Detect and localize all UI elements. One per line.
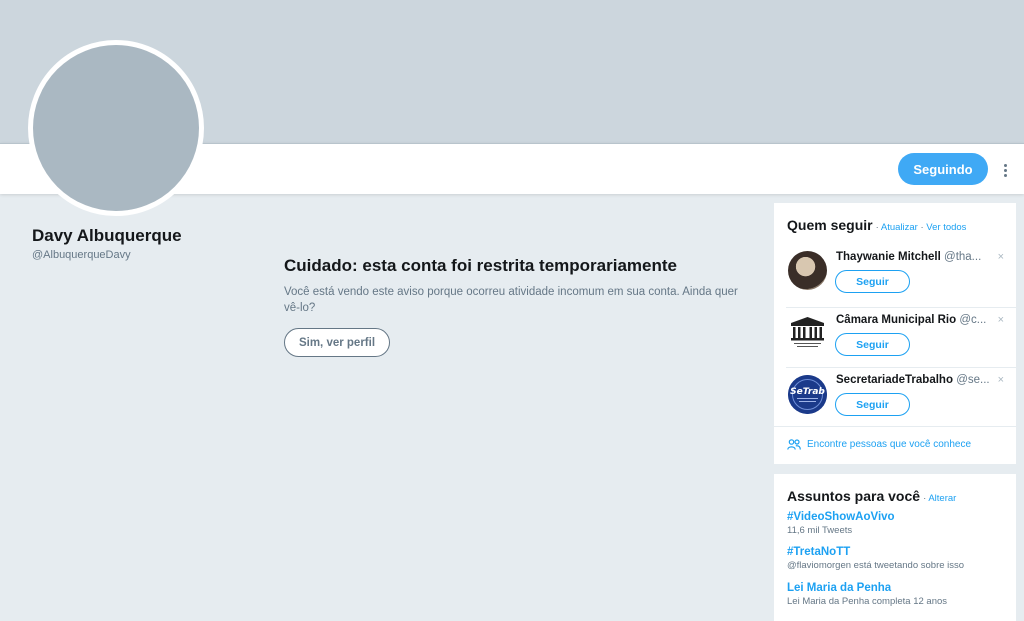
view-all-link[interactable]: Ver todos <box>926 222 966 233</box>
user-name-row[interactable]: SecretariadeTrabalho @se... <box>836 374 991 386</box>
user-name: Thaywanie Mitchell <box>836 251 941 263</box>
profile-avatar[interactable] <box>28 40 204 216</box>
svg-text:SeTrab: SeTrab <box>790 387 825 397</box>
profile-handle: @AlbuquerqueDavy <box>32 249 131 261</box>
trend-name[interactable]: #VideoShowAoVivo <box>787 511 1007 523</box>
dismiss-icon[interactable]: × <box>998 251 1004 263</box>
user-handle: @c... <box>959 314 987 326</box>
view-profile-button[interactable]: Sim, ver perfil <box>284 328 390 357</box>
trend-item[interactable]: #TretaNoTT @flaviomorgen está tweetando … <box>787 546 1007 571</box>
suggested-user: Câmara Municipal Rio @c... × Seguir <box>786 307 1016 367</box>
trend-meta: @flaviomorgen está tweetando sobre isso <box>787 560 965 571</box>
follow-button[interactable]: Seguir <box>835 333 910 356</box>
trend-meta: Lei Maria da Penha completa 12 anos <box>787 596 948 607</box>
dismiss-icon[interactable]: × <box>998 314 1004 326</box>
who-to-follow-title: Quem seguir <box>787 217 873 233</box>
more-options-icon[interactable] <box>998 158 1012 182</box>
trend-name[interactable]: Lei Maria da Penha <box>787 582 1007 594</box>
following-button[interactable]: Seguindo <box>898 153 988 185</box>
suggested-user: SeTrab SecretariadeTrabalho @se... × Seg… <box>786 367 1016 427</box>
trends-header: Assuntos para você · Alterar <box>774 474 1016 504</box>
follow-button[interactable]: Seguir <box>835 393 910 416</box>
find-people-label: Encontre pessoas que você conhece <box>807 439 971 450</box>
trends-card: Assuntos para você · Alterar #VideoShowA… <box>774 474 1016 621</box>
people-icon <box>787 439 801 450</box>
setrab-logo-icon: SeTrab <box>788 375 827 414</box>
setrab-logo-avatar[interactable]: SeTrab <box>788 375 827 414</box>
find-people-link[interactable]: Encontre pessoas que você conhece <box>774 426 1016 450</box>
user-name-row[interactable]: Câmara Municipal Rio @c... <box>836 314 991 326</box>
change-trends-link[interactable]: Alterar <box>928 493 956 504</box>
user-handle: @se... <box>956 374 990 386</box>
dismiss-icon[interactable]: × <box>998 374 1004 386</box>
trends-title: Assuntos para você <box>787 488 921 504</box>
trend-name[interactable]: #TretaNoTT <box>787 546 1007 558</box>
trend-item[interactable]: #VideoShowAoVivo 11,6 mil Tweets <box>787 511 1007 536</box>
who-to-follow-card: Quem seguir · Atualizar · Ver todos Thay… <box>774 203 1016 464</box>
profile-name: Davy Albuquerque <box>32 226 182 245</box>
user-avatar[interactable] <box>788 251 827 290</box>
user-handle: @tha... <box>944 251 982 263</box>
warning-title: Cuidado: esta conta foi restrita tempora… <box>284 256 677 275</box>
who-to-follow-header: Quem seguir · Atualizar · Ver todos <box>774 203 1016 233</box>
camara-building-icon <box>791 317 824 347</box>
trend-meta: 11,6 mil Tweets <box>787 525 853 536</box>
warning-text: Você está vendo este aviso porque ocorre… <box>284 286 738 314</box>
camara-logo-avatar[interactable] <box>788 314 827 353</box>
restricted-account-warning: Cuidado: esta conta foi restrita tempora… <box>284 256 754 357</box>
user-name: SecretariadeTrabalho <box>836 374 953 386</box>
trend-item[interactable]: Lei Maria da Penha Lei Maria da Penha co… <box>787 582 1007 607</box>
refresh-link[interactable]: Atualizar <box>881 222 918 233</box>
user-name: Câmara Municipal Rio <box>836 314 957 326</box>
user-name-row[interactable]: Thaywanie Mitchell @tha... <box>836 251 991 263</box>
follow-button[interactable]: Seguir <box>835 270 910 293</box>
suggested-user: Thaywanie Mitchell @tha... × Seguir <box>786 248 1016 308</box>
